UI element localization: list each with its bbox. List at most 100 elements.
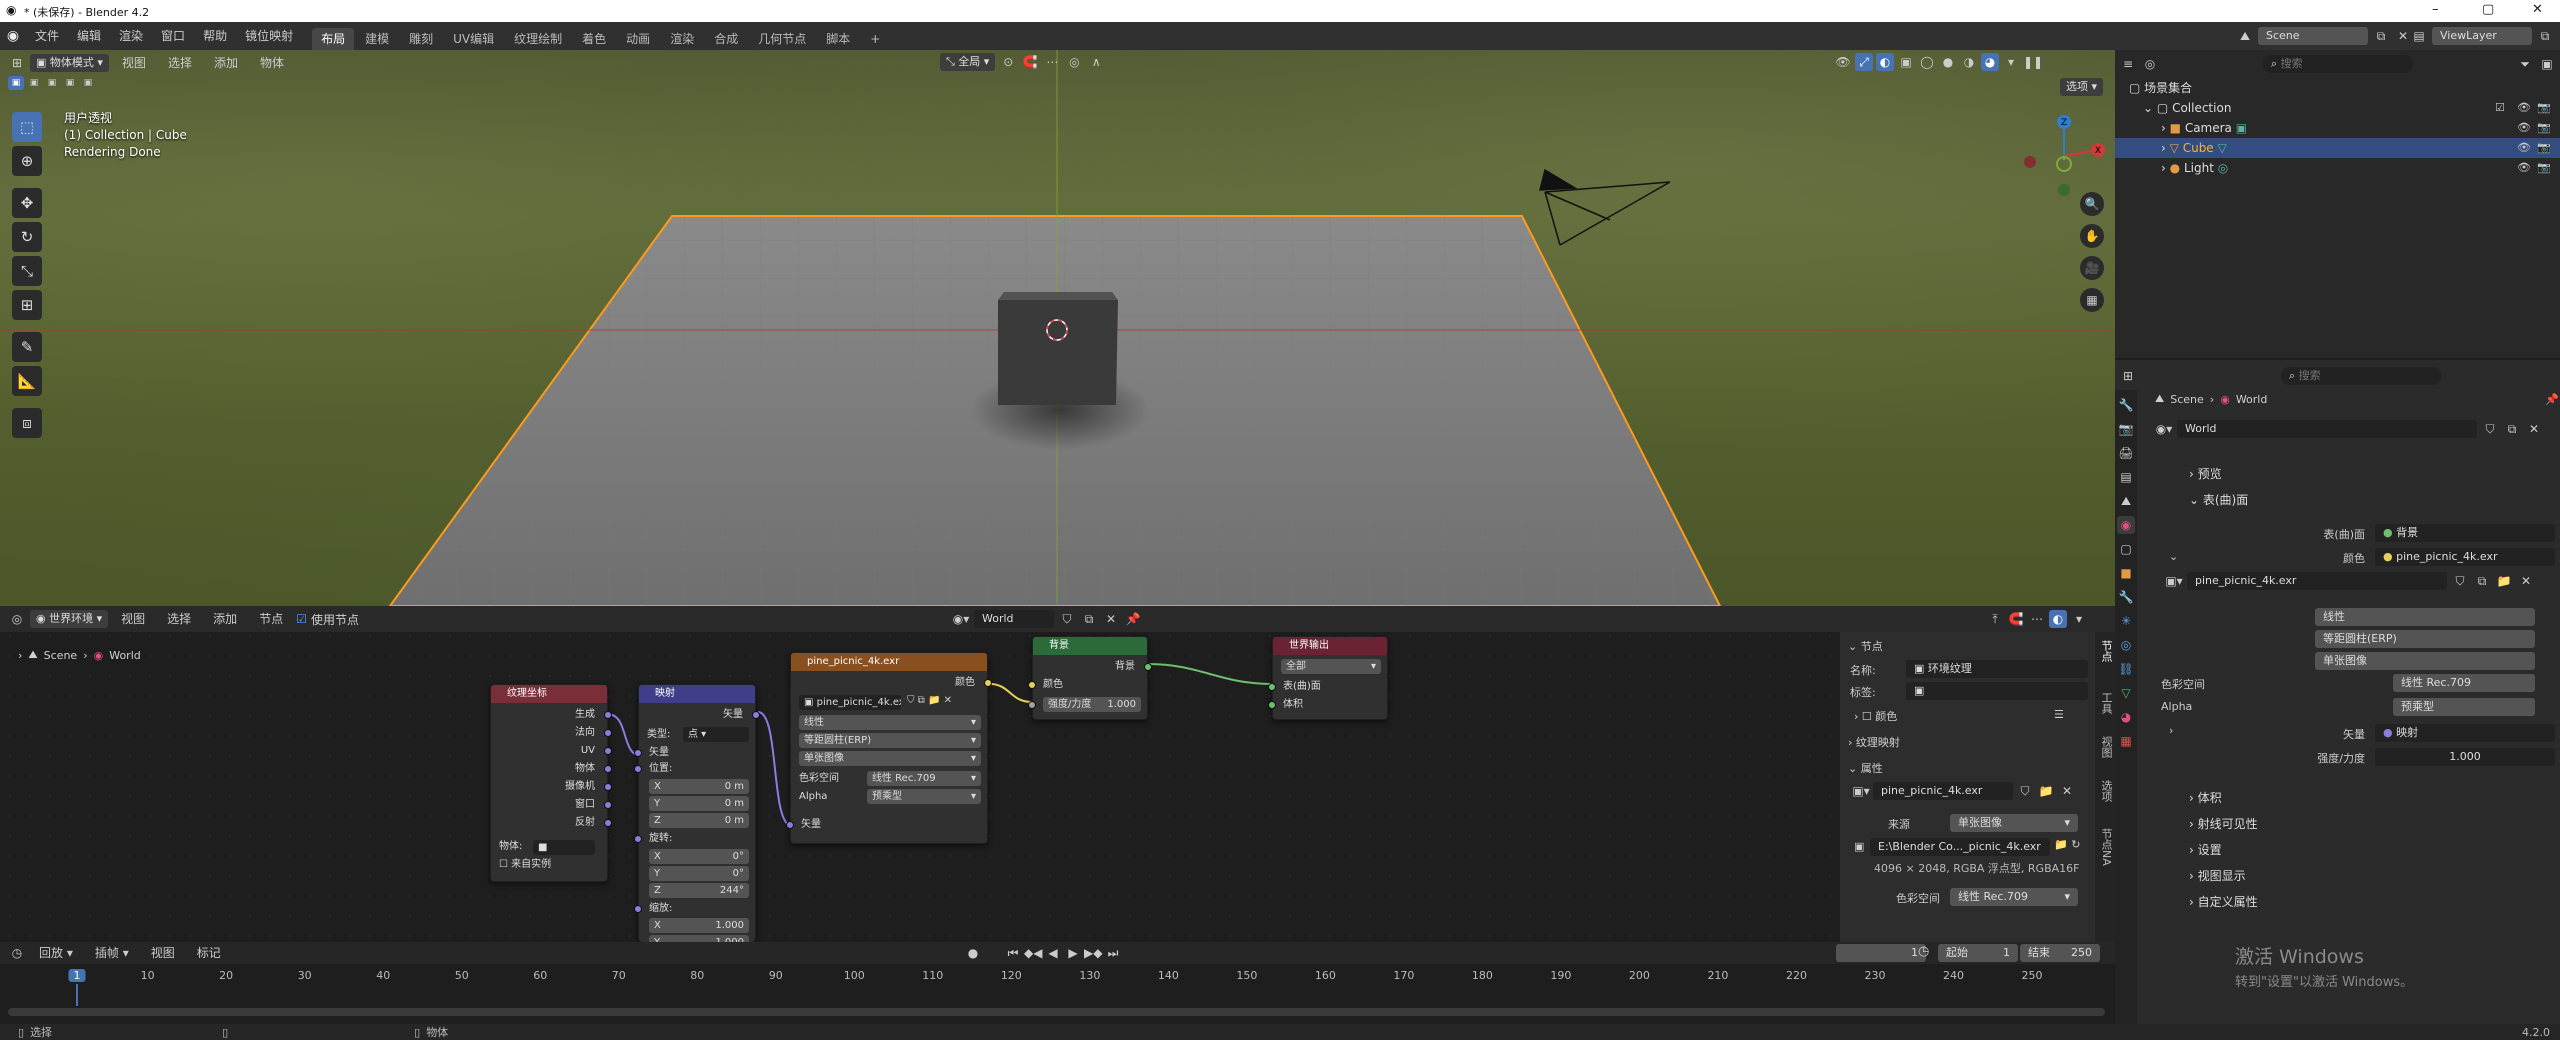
- scale-x-field[interactable]: X 1.000: [649, 918, 749, 933]
- move-icon[interactable]: ✥: [12, 188, 42, 218]
- rotation-y-field[interactable]: Y 0°: [649, 866, 749, 881]
- select-invert-icon[interactable]: ▣: [62, 76, 78, 90]
- select-new-icon[interactable]: ▣: [8, 76, 24, 90]
- play-reverse-icon[interactable]: ◀: [1044, 944, 1062, 962]
- measure-icon[interactable]: 📐: [12, 366, 42, 396]
- from-instancer-row[interactable]: ☐ 来自实例: [491, 857, 607, 873]
- env-image-buttons-icon[interactable]: ⛉ ⧉ 📁 ✕: [907, 695, 952, 706]
- viewport-menu-select[interactable]: 选择: [159, 53, 201, 73]
- properties-editor-icon[interactable]: ⊞: [2119, 367, 2137, 385]
- add-workspace-button[interactable]: +: [861, 28, 889, 50]
- tab-uv-editing[interactable]: UV编辑: [444, 28, 503, 50]
- node-environment-texture[interactable]: pine_picnic_4k.exr 颜色 ▣ pine_picnic_4k.e…: [786, 652, 992, 844]
- eye-icon[interactable]: 👁: [2517, 158, 2531, 178]
- menu-window[interactable]: 窗口: [152, 22, 194, 50]
- section-viewport-display[interactable]: › 视图显示: [2155, 864, 2556, 888]
- socket[interactable]: [604, 783, 612, 791]
- view-layer-tab-icon[interactable]: ▤: [2117, 468, 2135, 486]
- 3d-viewport[interactable]: ⊞ ▣ 物体模式 ▾ 视图 选择 添加 物体 ▣ ▣ ▣ ▣ ▣ ⤡ 全局 ▾ …: [0, 50, 2115, 606]
- tab-scripting[interactable]: 脚本: [817, 28, 859, 50]
- sidebar-tab-node-wrangler[interactable]: 节点NA: [2098, 828, 2114, 866]
- tab-animation[interactable]: 动画: [617, 28, 659, 50]
- location-y-field[interactable]: Y 0 m: [649, 796, 749, 811]
- menu-edit[interactable]: 编辑: [68, 22, 110, 50]
- zoom-icon[interactable]: 🔍: [2080, 192, 2104, 216]
- material-tab-icon[interactable]: ◕: [2117, 708, 2135, 726]
- scene-copy-icon[interactable]: ⧉: [2372, 27, 2390, 45]
- node-label-field[interactable]: ▣: [1906, 682, 2088, 700]
- select-intersect-icon[interactable]: ▣: [80, 76, 96, 90]
- pause-render-icon[interactable]: ❚❚: [2023, 53, 2043, 71]
- socket[interactable]: [604, 801, 612, 809]
- node-header[interactable]: 背景: [1033, 637, 1147, 655]
- socket[interactable]: [604, 711, 612, 719]
- socket[interactable]: [634, 905, 642, 913]
- world-browse-icon[interactable]: ◉▾: [2155, 420, 2173, 438]
- filepath-buttons-icon[interactable]: 📁 ↻: [2054, 838, 2080, 851]
- filepath-field[interactable]: E:\Blender Co..._picnic_4k.exr: [1870, 838, 2050, 856]
- menu-mirror[interactable]: 镜位映射: [236, 22, 302, 50]
- jump-end-icon[interactable]: ⏭: [1104, 944, 1122, 962]
- image-open-icon[interactable]: 📁: [2495, 572, 2513, 590]
- vector-expand-icon[interactable]: ›: [2169, 724, 2173, 737]
- n-image-name-field[interactable]: pine_picnic_4k.exr: [1873, 782, 2013, 800]
- socket[interactable]: [604, 747, 612, 755]
- camera-view-icon[interactable]: 🎥: [2080, 256, 2104, 280]
- shader-node-editor[interactable]: ◎ ◉ 世界环境 ▾ 视图 选择 添加 节点 ☑ 使用节点 ◉▾ World ⛉…: [0, 606, 2115, 950]
- timeline-view-menu[interactable]: 视图: [142, 943, 184, 963]
- mapping-type-dropdown[interactable]: 点 ▾: [683, 727, 749, 742]
- keying-menu[interactable]: 插帧 ▾: [86, 943, 138, 963]
- snap-target-icon[interactable]: ⋯: [1043, 53, 1061, 71]
- tab-modeling[interactable]: 建模: [356, 28, 398, 50]
- render-icon[interactable]: 📷: [2537, 138, 2551, 158]
- expand-icon[interactable]: ›: [2161, 121, 2166, 135]
- image-browse-icon[interactable]: ▣▾: [2165, 572, 2183, 590]
- menu-help[interactable]: 帮助: [194, 22, 236, 50]
- rotation-z-field[interactable]: Z 244°: [649, 883, 749, 898]
- snap-icon[interactable]: 🧲: [1021, 53, 1039, 71]
- options-dropdown[interactable]: 选项 ▾: [2060, 78, 2104, 96]
- surface-field[interactable]: ● 背景: [2375, 524, 2555, 542]
- node-mapping[interactable]: 映射 矢量 类型: 点 ▾ 矢量 位置: X0 m Y0 m Z0 m 旋转: …: [634, 684, 760, 950]
- sidebar-tab-options[interactable]: 选项: [2098, 780, 2114, 802]
- node-header[interactable]: 世界输出: [1273, 637, 1387, 655]
- image-unlink-icon[interactable]: ✕: [2517, 572, 2535, 590]
- object-tab-icon[interactable]: ■: [2117, 564, 2135, 582]
- data-tab-icon[interactable]: ▽: [2117, 684, 2135, 702]
- env-image-field[interactable]: ▣ pine_picnic_4k.exr: [799, 695, 901, 710]
- target-dropdown[interactable]: 全部 ▾: [1281, 659, 1381, 674]
- socket[interactable]: [1028, 681, 1036, 689]
- image-fake-user-icon[interactable]: ⛉: [2451, 572, 2469, 590]
- expand-icon[interactable]: ›: [2161, 141, 2166, 155]
- marker-menu[interactable]: 标记: [188, 943, 230, 963]
- render-tab-icon[interactable]: 📷: [2117, 420, 2135, 438]
- select-extend-icon[interactable]: ▣: [26, 76, 42, 90]
- navigation-gizmo[interactable]: Z X: [2020, 110, 2110, 200]
- render-icon[interactable]: 📷: [2537, 98, 2551, 118]
- colorspace-dropdown[interactable]: 线性 Rec.709: [2393, 674, 2535, 692]
- falloff-icon[interactable]: ∧: [1087, 53, 1105, 71]
- current-frame-field[interactable]: 1: [1836, 944, 1926, 962]
- color-expand-icon[interactable]: ⌄: [2169, 550, 2178, 563]
- pin-icon[interactable]: 📌: [2545, 393, 2559, 406]
- n-source-dropdown[interactable]: 单张图像 ▾: [1950, 814, 2078, 832]
- env-source-dropdown[interactable]: 单张图像 ▾: [799, 751, 981, 766]
- pivot-icon[interactable]: ⊙: [999, 53, 1017, 71]
- section-volume[interactable]: › 体积: [2155, 786, 2556, 810]
- tab-rendering[interactable]: 渲染: [661, 28, 703, 50]
- section-preview[interactable]: › 预览: [2155, 462, 2556, 486]
- viewport-menu-add[interactable]: 添加: [205, 53, 247, 73]
- n-image-fake-user-icon[interactable]: ⛉: [2016, 782, 2034, 800]
- section-settings[interactable]: › 设置: [2155, 838, 2556, 862]
- image-copy-icon[interactable]: ⧉: [2473, 572, 2491, 590]
- outliner-item-camera[interactable]: › ■ Camera ▣ 👁 📷: [2115, 118, 2560, 138]
- collection-tab-icon[interactable]: ▢: [2117, 540, 2135, 558]
- annotate-icon[interactable]: ✎: [12, 332, 42, 362]
- select-box-icon[interactable]: ⬚: [12, 112, 42, 142]
- section-ray-visibility[interactable]: › 射线可见性: [2155, 812, 2556, 836]
- texture-tab-icon[interactable]: ▦: [2117, 732, 2135, 750]
- view-layer-copy-icon[interactable]: ⧉: [2536, 27, 2554, 45]
- location-z-field[interactable]: Z 0 m: [649, 813, 749, 828]
- output-tab-icon[interactable]: 🖨: [2117, 444, 2135, 462]
- n-cs-dropdown[interactable]: 线性 Rec.709 ▾: [1950, 888, 2078, 906]
